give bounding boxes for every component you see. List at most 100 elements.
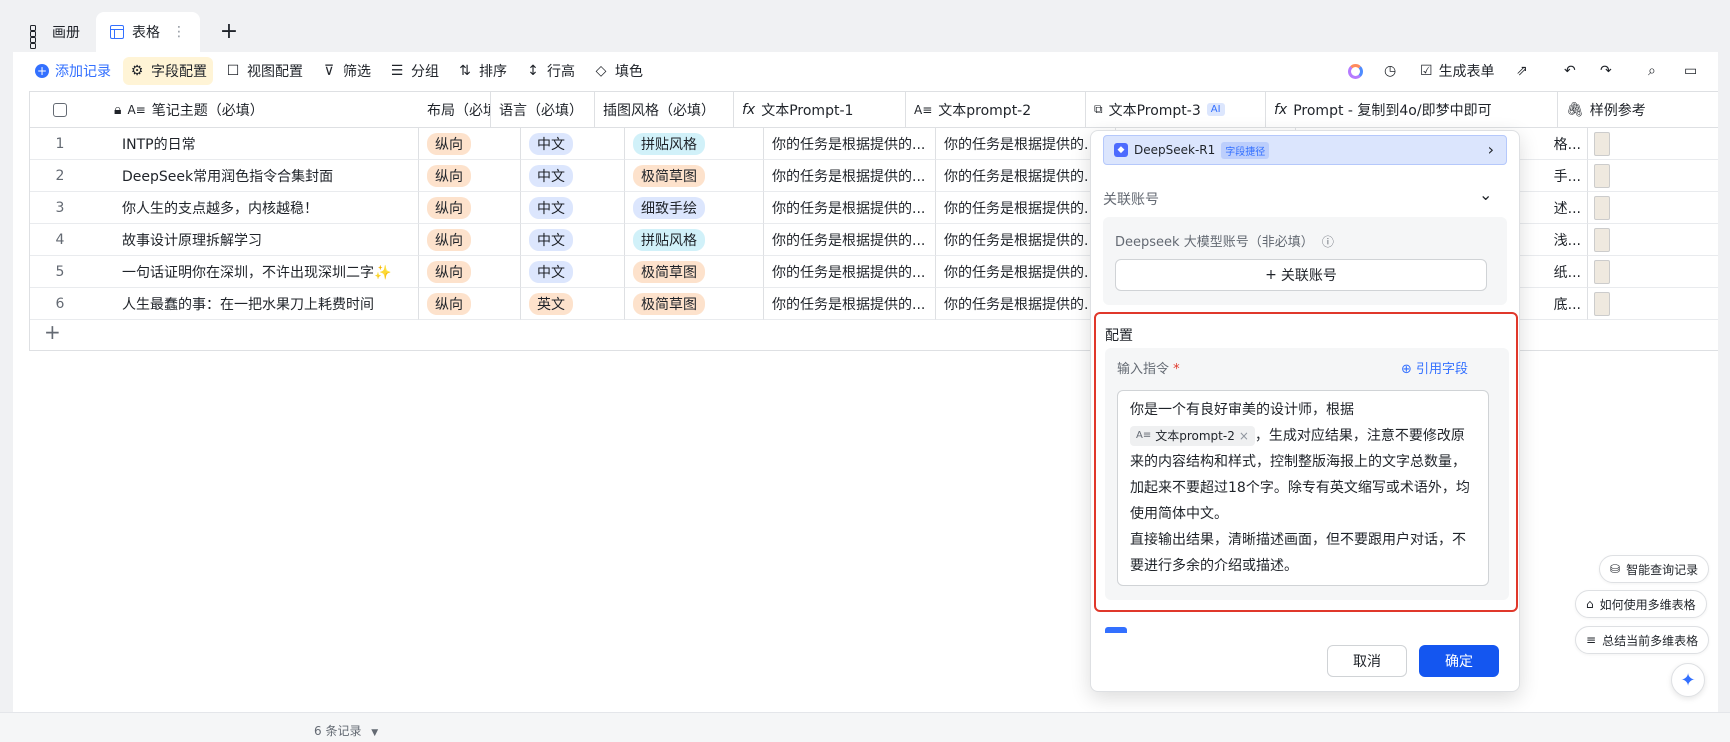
model-selector[interactable]: ◆ DeepSeek-R1 字段捷径 ›: [1103, 135, 1507, 165]
cell-language[interactable]: 中文: [521, 128, 625, 160]
column-header-prompt1[interactable]: fx 文本Prompt-1: [734, 92, 906, 128]
generate-form-button[interactable]: ☑ 生成表单: [1420, 52, 1495, 90]
sample-thumbnail[interactable]: [1594, 131, 1610, 156]
formula-icon: fx: [1274, 101, 1288, 118]
sample-thumbnail[interactable]: [1594, 259, 1610, 284]
prompt-text-1: 你是一个有良好审美的设计师，根据: [1130, 402, 1354, 418]
automation-button[interactable]: ◷: [1384, 52, 1396, 90]
cell-prompt1[interactable]: 你的任务是根据提供的...: [764, 192, 936, 224]
undo-button[interactable]: ↶: [1564, 52, 1576, 90]
link-account-button[interactable]: + 关联账号: [1115, 259, 1487, 291]
column-header-title[interactable]: 🔒︎ A≡ 笔记主题（必填）: [90, 92, 419, 128]
cell-layout[interactable]: 纵向: [419, 256, 521, 288]
sample-thumbnail[interactable]: [1594, 195, 1610, 220]
cell-sample[interactable]: [1588, 192, 1718, 224]
cancel-button[interactable]: 取消: [1327, 645, 1407, 677]
cell-prompt1[interactable]: 你的任务是根据提供的...: [764, 128, 936, 160]
cell-prompt2[interactable]: 你的任务是根据提供的...: [936, 224, 1116, 256]
tab-strip: [0, 0, 1730, 52]
cell-prompt1[interactable]: 你的任务是根据提供的...: [764, 224, 936, 256]
instruction-input[interactable]: 你是一个有良好审美的设计师，根据 A≡ 文本prompt-2 × ，生成对应结果…: [1117, 390, 1489, 586]
ai-assistant-button[interactable]: [1348, 52, 1363, 90]
cell-style[interactable]: 拼贴风格: [625, 224, 764, 256]
fill-color-button[interactable]: ◇ 填色: [587, 57, 649, 85]
row-height-button[interactable]: ↕ 行高: [519, 57, 581, 85]
cell-sample[interactable]: [1588, 288, 1718, 320]
field-config-button[interactable]: ⚙ 字段配置: [123, 57, 213, 85]
cell-layout[interactable]: 纵向: [419, 224, 521, 256]
cell-prompt2[interactable]: 你的任务是根据提供的...: [936, 192, 1116, 224]
field-chip[interactable]: A≡ 文本prompt-2 ×: [1130, 426, 1255, 446]
tab-table[interactable]: 表格 ⋮: [96, 12, 200, 52]
column-header-prompt2[interactable]: A≡ 文本prompt-2: [906, 92, 1086, 128]
filter-icon: ⊽: [323, 63, 335, 79]
cell-layout[interactable]: 纵向: [419, 160, 521, 192]
cell-prompt1[interactable]: 你的任务是根据提供的...: [764, 160, 936, 192]
cell-style[interactable]: 极简草图: [625, 160, 764, 192]
smart-query-button[interactable]: ⛁ 智能查询记录: [1599, 555, 1710, 583]
cell-prompt2[interactable]: 你的任务是根据提供的...: [936, 256, 1116, 288]
cell-sample[interactable]: [1588, 224, 1718, 256]
chevron-down-icon[interactable]: ⌄: [1479, 185, 1492, 204]
cell-language[interactable]: 中文: [521, 192, 625, 224]
more-icon[interactable]: ⋮: [172, 24, 186, 40]
sample-thumbnail[interactable]: [1594, 163, 1610, 188]
cell-style[interactable]: 极简草图: [625, 288, 764, 320]
column-header-style[interactable]: 插图风格（必填）: [595, 92, 734, 128]
cell-prompt1[interactable]: 你的任务是根据提供的...: [764, 288, 936, 320]
cell-style[interactable]: 极简草图: [625, 256, 764, 288]
close-icon[interactable]: ×: [1239, 426, 1249, 446]
cell-prompt2[interactable]: 你的任务是根据提供的...: [936, 160, 1116, 192]
share-button[interactable]: ⇗: [1516, 52, 1528, 90]
account-section: Deepseek 大模型账号（非必填） ⓘ + 关联账号: [1103, 217, 1507, 305]
column-header-prompt3[interactable]: ⧉ 文本Prompt-3 AI: [1086, 92, 1266, 128]
cell-prompt1[interactable]: 你的任务是根据提供的...: [764, 256, 936, 288]
column-header-sample[interactable]: 🖇︎ 样例参考: [1558, 92, 1718, 128]
cell-title[interactable]: 故事设计原理拆解学习: [90, 224, 419, 256]
cell-layout[interactable]: 纵向: [419, 288, 521, 320]
cell-title[interactable]: 一句话证明你在深圳，不许出现深圳二字✨: [90, 256, 419, 288]
cell-layout[interactable]: 纵向: [419, 192, 521, 224]
redo-button[interactable]: ↷: [1600, 52, 1612, 90]
select-all-checkbox[interactable]: [53, 102, 67, 117]
sample-thumbnail[interactable]: [1594, 227, 1610, 252]
column-header-prompt-final[interactable]: fx Prompt - 复制到4o/即梦中即可: [1266, 92, 1558, 128]
filter-button[interactable]: ⊽ 筛选: [315, 57, 377, 85]
add-row-button[interactable]: +: [44, 320, 61, 344]
add-tab-button[interactable]: +: [215, 14, 243, 48]
tab-gallery[interactable]: 画册: [16, 12, 94, 52]
how-to-use-button[interactable]: ⌂ 如何使用多维表格: [1575, 590, 1707, 618]
cell-language[interactable]: 中文: [521, 160, 625, 192]
record-count[interactable]: 6 条记录 ▼: [314, 722, 378, 739]
cell-language[interactable]: 英文: [521, 288, 625, 320]
ai-sparkle-button[interactable]: ✦: [1671, 663, 1705, 697]
sample-thumbnail[interactable]: [1594, 291, 1610, 316]
confirm-button[interactable]: 确定: [1419, 645, 1499, 677]
cell-title[interactable]: 你人生的支点越多，内核越稳！: [90, 192, 419, 224]
cell-sample[interactable]: [1588, 128, 1718, 160]
reference-field-button[interactable]: ⊕ 引用字段: [1401, 358, 1468, 377]
group-button[interactable]: ☰ 分组: [383, 57, 445, 85]
view-config-button[interactable]: ☐ 视图配置: [219, 57, 309, 85]
required-mark: *: [1173, 362, 1180, 377]
cell-layout[interactable]: 纵向: [419, 128, 521, 160]
cell-language[interactable]: 中文: [521, 224, 625, 256]
cell-prompt2[interactable]: 你的任务是根据提供的...: [936, 288, 1116, 320]
summarize-button[interactable]: ≡ 总结当前多维表格: [1575, 626, 1710, 654]
column-header-layout[interactable]: 布局（必填）: [389, 92, 491, 128]
cell-prompt2[interactable]: 你的任务是根据提供的...: [936, 128, 1116, 160]
comment-button[interactable]: ▭: [1684, 52, 1697, 90]
cell-sample[interactable]: [1588, 160, 1718, 192]
cell-style[interactable]: 细致手绘: [625, 192, 764, 224]
cell-title[interactable]: INTP的日常: [90, 128, 419, 160]
cell-style[interactable]: 拼贴风格: [625, 128, 764, 160]
cell-sample[interactable]: [1588, 256, 1718, 288]
add-record-button[interactable]: + 添加记录: [29, 57, 117, 85]
search-button[interactable]: ⌕: [1648, 52, 1656, 90]
column-header-language[interactable]: 语言（必填）: [491, 92, 595, 128]
cell-title[interactable]: DeepSeek常用润色指令合集封面: [90, 160, 419, 192]
cell-title[interactable]: 人生最蠢的事：在一把水果刀上耗费时间: [90, 288, 419, 320]
tab-label: 表格: [132, 25, 160, 41]
sort-button[interactable]: ⇅ 排序: [451, 57, 513, 85]
cell-language[interactable]: 中文: [521, 256, 625, 288]
